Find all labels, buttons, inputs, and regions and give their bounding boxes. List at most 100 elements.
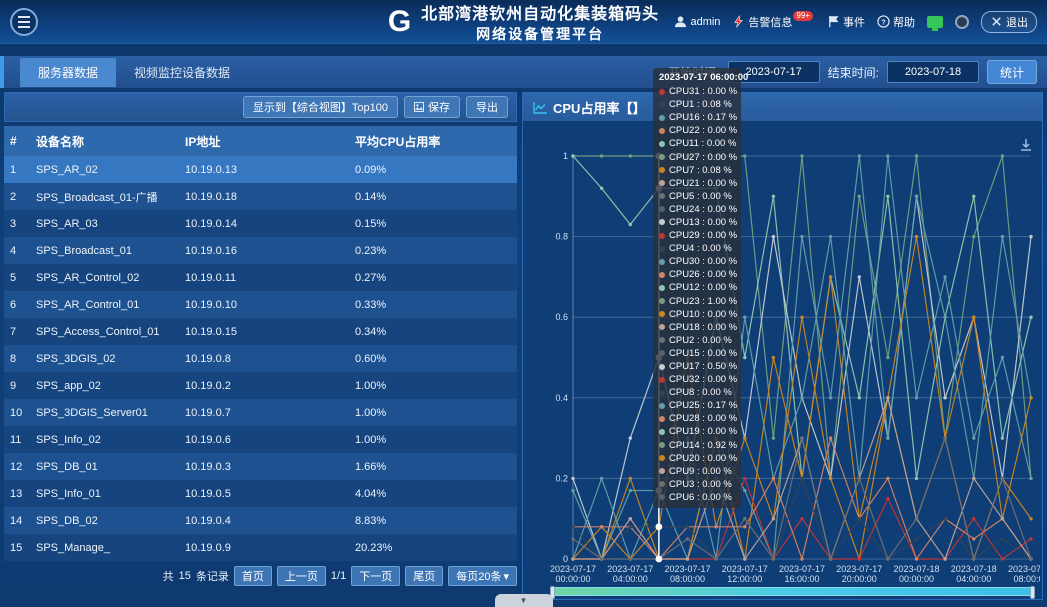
table-row[interactable]: 5SPS_AR_Control_0210.19.0.110.27% bbox=[4, 264, 517, 291]
svg-text:0: 0 bbox=[563, 554, 568, 564]
event-label: 事件 bbox=[843, 14, 865, 30]
app-title: G 北部湾港钦州自动化集装箱码头 网络设备管理平台 bbox=[388, 0, 659, 44]
row-index: 8 bbox=[4, 345, 30, 372]
ip-cell: 10.19.0.14 bbox=[179, 210, 349, 237]
avg-cpu-cell: 1.00% bbox=[349, 372, 517, 399]
save-button[interactable]: 保存 bbox=[404, 96, 460, 118]
svg-text:2023-07-18: 2023-07-18 bbox=[1008, 564, 1040, 574]
table-row[interactable]: 1SPS_AR_0210.19.0.130.09% bbox=[4, 156, 517, 183]
svg-text:0.8: 0.8 bbox=[555, 232, 568, 242]
device-name-cell: SPS_3DGIS_02 bbox=[30, 345, 179, 372]
logo-icon: G bbox=[388, 7, 411, 37]
alarm-menu[interactable]: 告警信息 99+ bbox=[732, 14, 815, 30]
collapse-panel-handle[interactable]: ▼ bbox=[495, 594, 553, 607]
last-page-button[interactable]: 尾页 bbox=[405, 566, 443, 586]
svg-text:08:00:00: 08:00:00 bbox=[670, 574, 705, 584]
tab-video-device-data[interactable]: 视频监控设备数据 bbox=[116, 58, 248, 87]
table-row[interactable]: 13SPS_Info_0110.19.0.54.04% bbox=[4, 480, 517, 507]
ip-cell: 10.19.0.3 bbox=[179, 453, 349, 480]
avg-cpu-cell: 1.00% bbox=[349, 426, 517, 453]
col-header-avg-cpu: 平均CPU占用率 bbox=[349, 126, 517, 156]
table-row[interactable]: 15SPS_Manage_10.19.0.920.23% bbox=[4, 534, 517, 561]
row-index: 11 bbox=[4, 426, 30, 453]
ip-cell: 10.19.0.10 bbox=[179, 291, 349, 318]
table-row[interactable]: 9SPS_app_0210.19.0.21.00% bbox=[4, 372, 517, 399]
table-row[interactable]: 10SPS_3DGIS_Server0110.19.0.71.00% bbox=[4, 399, 517, 426]
record-count-prefix: 共 bbox=[163, 568, 174, 584]
event-menu[interactable]: 事件 bbox=[827, 14, 865, 30]
svg-text:08:00:00: 08:00:00 bbox=[1013, 574, 1040, 584]
show-to-composite-view-button[interactable]: 显示到【综合视图】Top100 bbox=[243, 96, 398, 118]
start-time-label: 开始时间: bbox=[668, 64, 719, 81]
close-icon bbox=[990, 15, 1003, 28]
avg-cpu-cell: 0.27% bbox=[349, 264, 517, 291]
cpu-chart-panel: CPU占用率【】 00.20.40.60.812023-07-1700:00:0… bbox=[522, 92, 1043, 600]
ip-cell: 10.19.0.7 bbox=[179, 399, 349, 426]
export-button[interactable]: 导出 bbox=[466, 96, 508, 118]
table-row[interactable]: 14SPS_DB_0210.19.0.48.83% bbox=[4, 507, 517, 534]
svg-text:00:00:00: 00:00:00 bbox=[899, 574, 934, 584]
first-page-button[interactable]: 首页 bbox=[234, 566, 272, 586]
chart-title-bar: CPU占用率【】 bbox=[523, 93, 1042, 121]
record-count: 15 bbox=[179, 570, 191, 582]
avg-cpu-cell: 0.09% bbox=[349, 156, 517, 183]
tab-server-data[interactable]: 服务器数据 bbox=[20, 58, 116, 87]
alarm-badge: 99+ bbox=[793, 11, 813, 21]
device-name-cell: SPS_AR_Control_02 bbox=[30, 264, 179, 291]
alarm-label: 告警信息 bbox=[748, 14, 792, 30]
device-name-cell: SPS_Access_Control_01 bbox=[30, 318, 179, 345]
table-row[interactable]: 4SPS_Broadcast_0110.19.0.160.23% bbox=[4, 237, 517, 264]
logout-button[interactable]: 退出 bbox=[981, 11, 1037, 33]
line-chart-icon bbox=[533, 101, 548, 114]
avg-cpu-cell: 20.23% bbox=[349, 534, 517, 561]
table-row[interactable]: 7SPS_Access_Control_0110.19.0.150.34% bbox=[4, 318, 517, 345]
page-title-line2: 网络设备管理平台 bbox=[421, 24, 659, 44]
svg-text:2023-07-17: 2023-07-17 bbox=[607, 564, 653, 574]
table-row[interactable]: 2SPS_Broadcast_01-广播10.19.0.180.14% bbox=[4, 183, 517, 210]
avg-cpu-cell: 0.33% bbox=[349, 291, 517, 318]
theme-toggle[interactable] bbox=[955, 15, 969, 29]
user-menu[interactable]: admin bbox=[674, 15, 720, 28]
next-page-button[interactable]: 下一页 bbox=[351, 566, 400, 586]
col-header-device-name: 设备名称 bbox=[30, 126, 179, 156]
app-header: G 北部湾港钦州自动化集装箱码头 网络设备管理平台 admin 告警信息 99+… bbox=[0, 0, 1047, 44]
screen-toggle[interactable] bbox=[927, 16, 943, 28]
avg-cpu-cell: 1.66% bbox=[349, 453, 517, 480]
ip-cell: 10.19.0.11 bbox=[179, 264, 349, 291]
svg-text:2023-07-17: 2023-07-17 bbox=[550, 564, 596, 574]
hamburger-icon bbox=[18, 16, 30, 18]
row-index: 12 bbox=[4, 453, 30, 480]
table-row[interactable]: 8SPS_3DGIS_0210.19.0.80.60% bbox=[4, 345, 517, 372]
zoom-handle-right[interactable] bbox=[1030, 586, 1035, 599]
svg-text:2023-07-18: 2023-07-18 bbox=[893, 564, 939, 574]
data-zoom-slider[interactable] bbox=[551, 587, 1034, 596]
svg-text:04:00:00: 04:00:00 bbox=[613, 574, 648, 584]
device-name-cell: SPS_3DGIS_Server01 bbox=[30, 399, 179, 426]
ip-cell: 10.19.0.13 bbox=[179, 156, 349, 183]
avg-cpu-cell: 0.14% bbox=[349, 183, 517, 210]
hamburger-menu-button[interactable] bbox=[10, 8, 38, 36]
row-index: 5 bbox=[4, 264, 30, 291]
help-menu[interactable]: ? 帮助 bbox=[877, 14, 915, 30]
table-header-row: # 设备名称 IP地址 平均CPU占用率 bbox=[4, 126, 517, 156]
svg-text:2023-07-17: 2023-07-17 bbox=[722, 564, 768, 574]
app-root: G 北部湾港钦州自动化集装箱码头 网络设备管理平台 admin 告警信息 99+… bbox=[0, 0, 1047, 607]
table-row[interactable]: 3SPS_AR_0310.19.0.140.15% bbox=[4, 210, 517, 237]
download-chart-button[interactable] bbox=[1018, 137, 1034, 156]
cpu-usage-chart[interactable]: 00.20.40.60.812023-07-1700:00:002023-07-… bbox=[523, 121, 1040, 591]
prev-page-button[interactable]: 上一页 bbox=[277, 566, 326, 586]
table-row[interactable]: 6SPS_AR_Control_0110.19.0.100.33% bbox=[4, 291, 517, 318]
device-name-cell: SPS_Manage_ bbox=[30, 534, 179, 561]
row-index: 6 bbox=[4, 291, 30, 318]
end-time-input[interactable] bbox=[887, 61, 979, 83]
chevron-down-icon: ▾ bbox=[503, 570, 509, 583]
table-row[interactable]: 12SPS_DB_0110.19.0.31.66% bbox=[4, 453, 517, 480]
table-row[interactable]: 11SPS_Info_0210.19.0.61.00% bbox=[4, 426, 517, 453]
page-size-select[interactable]: 每页20条 ▾ bbox=[448, 566, 517, 586]
device-name-cell: SPS_Info_02 bbox=[30, 426, 179, 453]
statistics-button[interactable]: 统计 bbox=[987, 60, 1037, 84]
device-name-cell: SPS_AR_03 bbox=[30, 210, 179, 237]
start-time-input[interactable] bbox=[728, 61, 820, 83]
main-content: 显示到【综合视图】Top100 保存 导出 # 设备名称 IP地址 平均CPU占… bbox=[0, 88, 1047, 600]
table-toolbar: 显示到【综合视图】Top100 保存 导出 bbox=[4, 92, 517, 122]
